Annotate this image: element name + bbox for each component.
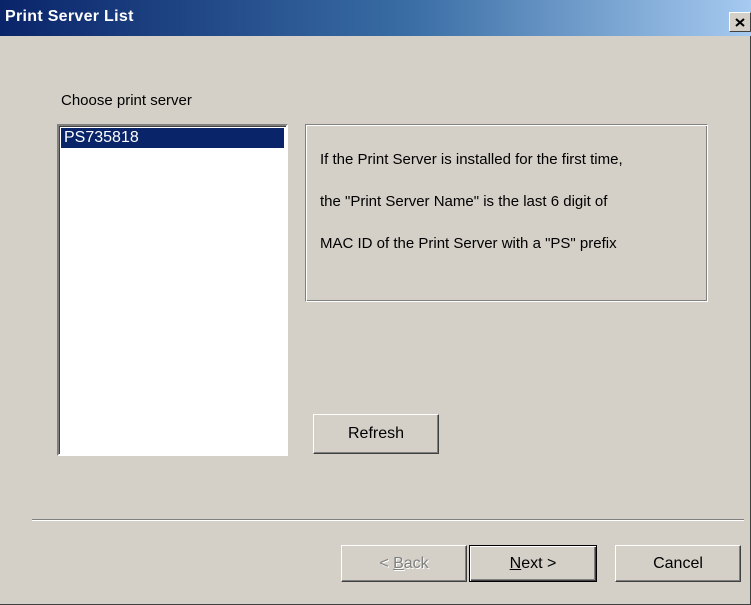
- back-button-prefix: <: [379, 554, 394, 572]
- info-panel: If the Print Server is installed for the…: [305, 124, 708, 302]
- print-server-listbox[interactable]: PS735818: [57, 124, 288, 456]
- info-text-line-1: If the Print Server is installed for the…: [320, 151, 623, 168]
- info-text-line-3: MAC ID of the Print Server with a "PS" p…: [320, 235, 617, 252]
- footer-separator: [32, 519, 744, 521]
- back-button-rest: ack: [403, 554, 429, 572]
- list-item[interactable]: PS735818: [61, 128, 284, 148]
- close-button[interactable]: [729, 12, 751, 32]
- refresh-button[interactable]: Refresh: [313, 414, 439, 454]
- cancel-button-label: Cancel: [653, 554, 703, 572]
- next-button[interactable]: Next >: [469, 545, 597, 582]
- choose-print-server-label: Choose print server: [61, 92, 192, 109]
- back-button-mnemonic: B: [393, 554, 404, 572]
- window-title: Print Server List: [5, 8, 134, 25]
- cancel-button[interactable]: Cancel: [615, 545, 741, 582]
- refresh-button-label: Refresh: [347, 425, 405, 442]
- next-button-mnemonic: N: [509, 554, 522, 572]
- back-button[interactable]: < Back: [341, 545, 467, 582]
- next-button-rest: ext >: [521, 554, 557, 572]
- print-server-list-dialog: Print Server List Choose print server PS…: [0, 0, 751, 605]
- info-text-line-2: the "Print Server Name" is the last 6 di…: [320, 193, 608, 210]
- title-bar[interactable]: Print Server List: [0, 0, 751, 36]
- close-icon: [735, 17, 745, 27]
